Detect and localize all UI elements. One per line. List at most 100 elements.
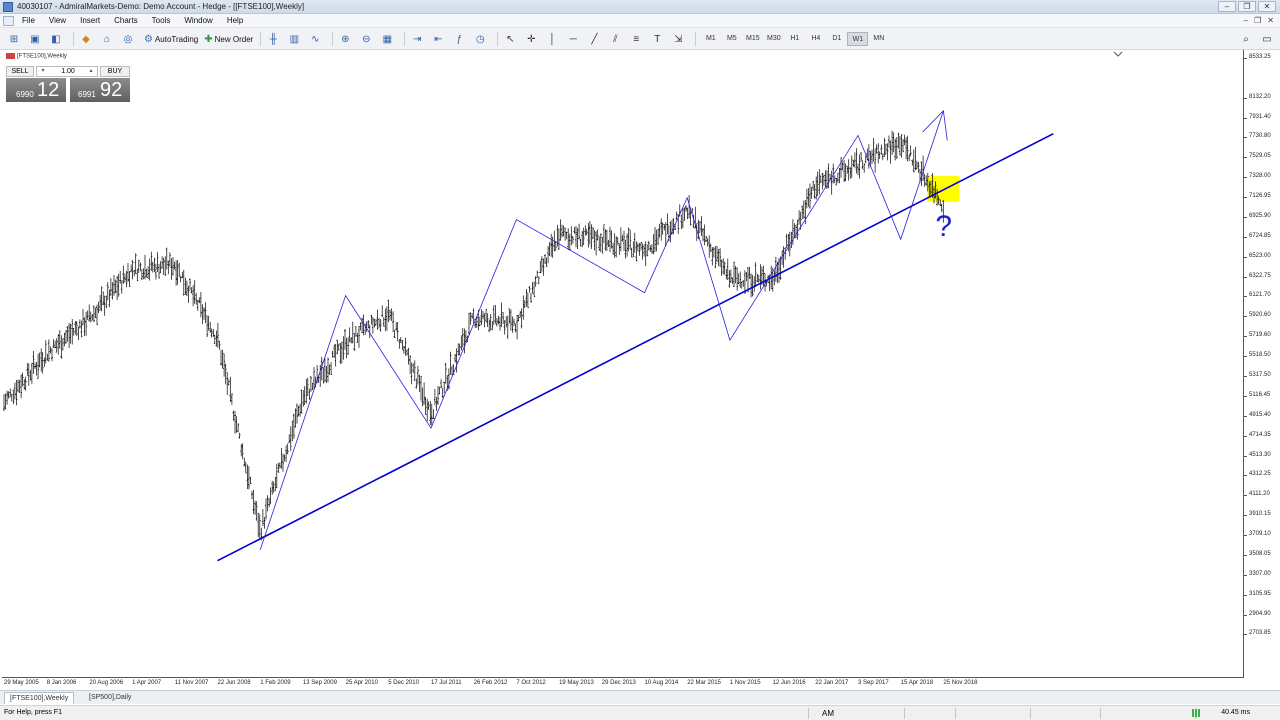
- vertical-line-icon[interactable]: │: [544, 31, 560, 47]
- chart-window[interactable]: ? [FTSE100],Weekly SELL ▾ 1.00 ▴ BUY 699…: [2, 50, 1278, 690]
- chart-shift-marker[interactable]: [1113, 51, 1123, 57]
- chart-shift-icon[interactable]: ⇤: [430, 31, 446, 47]
- price-bar: [575, 225, 577, 248]
- tab-sp500-daily[interactable]: [SP500],Daily: [84, 692, 136, 704]
- bid-price-box[interactable]: 6990 12: [6, 78, 66, 102]
- price-bar: [759, 264, 762, 290]
- menu-file[interactable]: File: [22, 16, 35, 25]
- sell-button[interactable]: SELL: [6, 66, 34, 77]
- lot-decrease-icon[interactable]: ▾: [39, 67, 47, 76]
- text-icon[interactable]: T: [649, 31, 665, 47]
- ask-price-box[interactable]: 6991 92: [70, 78, 130, 102]
- maximize-button[interactable]: ❐: [1238, 1, 1256, 12]
- timeframe-m1[interactable]: M1: [700, 32, 721, 46]
- price-bar: [249, 476, 252, 485]
- close-button[interactable]: ✕: [1258, 1, 1276, 12]
- price-bar: [409, 355, 412, 374]
- menu-charts[interactable]: Charts: [114, 16, 138, 25]
- new-chart-icon[interactable]: ⊞: [6, 31, 22, 47]
- strategy-tester-icon[interactable]: ◎: [120, 31, 136, 47]
- price-bar: [500, 302, 503, 327]
- lot-size-input[interactable]: ▾ 1.00 ▴: [36, 66, 98, 77]
- timeframe-w1[interactable]: W1: [847, 32, 869, 46]
- price-bar: [243, 457, 246, 467]
- menu-view[interactable]: View: [49, 16, 66, 25]
- price-bar: [703, 224, 706, 246]
- price-bar: [429, 401, 432, 426]
- arrows-icon[interactable]: ⇲: [670, 31, 686, 47]
- lot-increase-icon[interactable]: ▴: [87, 67, 95, 76]
- cursor-icon[interactable]: ↖: [502, 31, 518, 47]
- price-bar: [863, 163, 866, 173]
- zoom-out-icon[interactable]: ⊖: [358, 31, 374, 47]
- window-title: 40030107 - AdmiralMarkets-Demo: Demo Acc…: [17, 2, 305, 11]
- horizontal-line-icon[interactable]: ─: [565, 31, 581, 47]
- periods-icon[interactable]: ◷: [472, 31, 488, 47]
- price-bar: [237, 423, 240, 433]
- price-bar: [827, 163, 830, 189]
- price-bar: [596, 229, 599, 241]
- auto-scroll-icon[interactable]: ⇥: [409, 31, 425, 47]
- price-bar: [258, 514, 261, 539]
- price-bar: [576, 227, 579, 249]
- chat-icon[interactable]: ▭: [1259, 31, 1275, 47]
- menu-window[interactable]: Window: [184, 16, 212, 25]
- zoom-in-icon[interactable]: ⊕: [337, 31, 353, 47]
- timeframe-d1[interactable]: D1: [826, 32, 847, 46]
- bar-chart-icon[interactable]: ╫: [265, 31, 281, 47]
- price-bar: [719, 248, 722, 268]
- price-chart[interactable]: ?: [2, 50, 1243, 677]
- timeframe-m5[interactable]: M5: [721, 32, 742, 46]
- market-watch-icon[interactable]: ◧: [48, 31, 64, 47]
- timeframe-mn[interactable]: MN: [868, 32, 889, 46]
- price-axis[interactable]: 8533.25 8132.20 7931.40 7730.80 7529.05 7328.…: [1243, 50, 1278, 678]
- price-bar: [389, 309, 391, 321]
- price-bar: [296, 403, 298, 424]
- autotrading-button[interactable]: ⚙ AutoTrading: [141, 31, 201, 47]
- price-axis-tick: [1244, 395, 1247, 397]
- timeframe-m30[interactable]: M30: [763, 32, 784, 46]
- line-chart-icon[interactable]: ∿: [307, 31, 323, 47]
- tab-ftse100-weekly[interactable]: [FTSE100],Weekly: [4, 692, 75, 704]
- equidistant-channel-icon[interactable]: ⫽: [607, 31, 623, 47]
- tile-windows-icon[interactable]: ▦: [379, 31, 395, 47]
- menu-help[interactable]: Help: [227, 16, 243, 25]
- price-bar: [627, 227, 630, 252]
- fibonacci-icon[interactable]: ≡: [628, 31, 644, 47]
- price-bar: [796, 219, 799, 240]
- trendline[interactable]: [217, 132, 1054, 562]
- price-axis-tick: [1244, 435, 1247, 437]
- navigator-icon[interactable]: ◆: [78, 31, 94, 47]
- price-bar: [251, 491, 253, 500]
- minimize-button[interactable]: ‒: [1218, 1, 1236, 12]
- chart-close-button[interactable]: ✕: [1267, 16, 1274, 25]
- price-axis-tick: [1244, 376, 1247, 377]
- price-axis-label: 7931.40: [1249, 113, 1271, 120]
- price-bar: [514, 323, 517, 333]
- timeframe-h1[interactable]: H1: [784, 32, 805, 46]
- price-bar: [850, 155, 853, 178]
- time-axis-label: 8 Jan 2006: [46, 680, 77, 686]
- price-bar: [106, 282, 109, 301]
- price-bar: [134, 253, 137, 275]
- price-bar: [275, 463, 278, 489]
- crosshair-icon[interactable]: ✛: [523, 31, 539, 47]
- new-order-button[interactable]: ✚ New Order: [201, 31, 256, 47]
- indicators-icon[interactable]: ƒ: [451, 31, 467, 47]
- chart-restore-button[interactable]: ❐: [1254, 16, 1261, 25]
- time-axis-label: 29 May 2005: [4, 680, 39, 686]
- price-bar: [353, 333, 356, 351]
- time-axis[interactable]: 29 May 2005 8 Jan 2006 20 Aug 2006 1 Apr 20…: [2, 677, 1243, 688]
- candlestick-icon[interactable]: ▥: [286, 31, 302, 47]
- search-icon[interactable]: ⌕: [1238, 31, 1254, 47]
- menu-tools[interactable]: Tools: [152, 16, 171, 25]
- chart-minimize-button[interactable]: –: [1244, 16, 1248, 25]
- menu-insert[interactable]: Insert: [80, 16, 100, 25]
- timeframe-h4[interactable]: H4: [805, 32, 826, 46]
- terminal-icon[interactable]: ⌂: [99, 31, 115, 47]
- timeframe-m15[interactable]: M15: [742, 32, 763, 46]
- trendline-icon[interactable]: ╱: [586, 31, 602, 47]
- time-axis-label: 1 Feb 2009: [260, 680, 291, 686]
- buy-button[interactable]: BUY: [100, 66, 130, 77]
- profiles-icon[interactable]: ▣: [27, 31, 43, 47]
